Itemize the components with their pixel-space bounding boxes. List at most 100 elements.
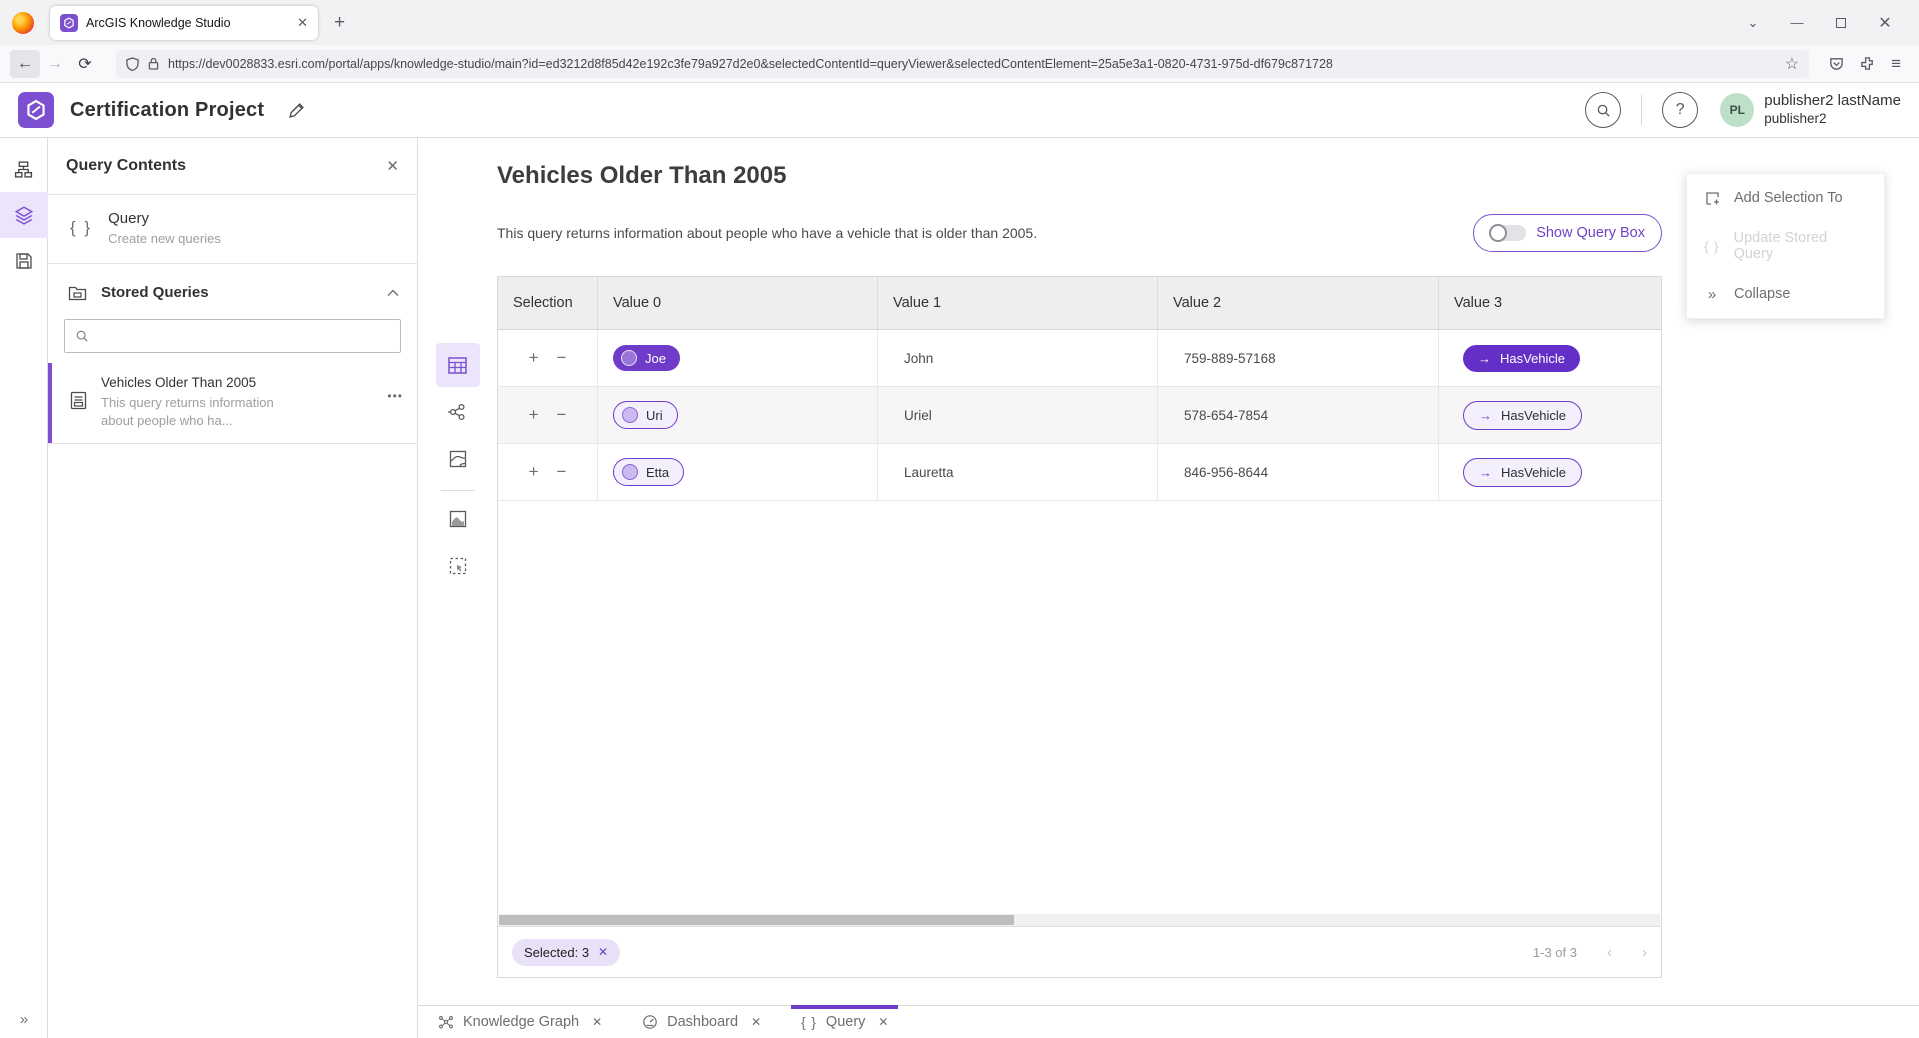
row-add-button[interactable]: +	[529, 348, 539, 368]
cell-value2[interactable]: 578-654-7854	[1158, 387, 1439, 443]
page-next-icon[interactable]: ›	[1642, 944, 1647, 961]
braces-icon: { }	[801, 1015, 817, 1030]
braces-icon: { }	[70, 218, 92, 238]
user-name: publisher2 lastName publisher2	[1764, 92, 1901, 128]
cell-value1[interactable]: Uriel	[878, 387, 1158, 443]
panel-close-icon[interactable]: ✕	[386, 157, 399, 175]
clear-selection-icon[interactable]: ✕	[598, 945, 608, 959]
table-view-button[interactable]	[436, 343, 480, 387]
tab-close-icon[interactable]: ✕	[592, 1015, 602, 1029]
cell-value1[interactable]: Lauretta	[878, 444, 1158, 500]
entity-icon	[622, 464, 638, 480]
tab-query[interactable]: { } Query ✕	[787, 1006, 902, 1038]
expand-rail-icon[interactable]: »	[0, 1011, 48, 1028]
menu-item-collapse[interactable]: » Collapse	[1687, 270, 1884, 318]
column-header-selection[interactable]: Selection	[498, 277, 598, 329]
window-maximize-icon[interactable]	[1819, 6, 1863, 40]
search-input[interactable]	[97, 329, 390, 344]
project-title: Certification Project	[70, 99, 264, 122]
menu-item-update-stored-query[interactable]: { } Update Stored Query	[1687, 222, 1884, 270]
scrollbar-thumb[interactable]	[499, 915, 1014, 925]
row-remove-button[interactable]: −	[557, 462, 567, 482]
column-header-value2[interactable]: Value 2	[1158, 277, 1439, 329]
rail-item-data-model[interactable]	[0, 146, 48, 192]
horizontal-scrollbar[interactable]	[499, 914, 1660, 926]
row-remove-button[interactable]: −	[557, 405, 567, 425]
edit-title-icon[interactable]	[288, 102, 305, 119]
browser-tab-strip: ArcGIS Knowledge Studio ✕ + ⌄ — ✕	[0, 0, 1919, 45]
menu-item-add-selection-to[interactable]: Add Selection To	[1687, 174, 1884, 222]
arrow-right-icon: →	[1478, 351, 1491, 366]
link-chart-view-button[interactable]	[436, 390, 480, 434]
page-previous-icon[interactable]: ‹	[1607, 944, 1612, 961]
cell-value2[interactable]: 759-889-57168	[1158, 330, 1439, 386]
user-name-line2: publisher2	[1764, 111, 1901, 128]
reload-icon[interactable]: ⟳	[70, 50, 100, 78]
new-tab-icon[interactable]: +	[334, 12, 345, 34]
knowledge-graph-icon	[438, 1014, 454, 1030]
item-options-icon[interactable]: •••	[387, 389, 403, 403]
tab-dashboard[interactable]: Dashboard ✕	[628, 1006, 775, 1038]
stored-queries-header[interactable]: Stored Queries	[48, 264, 417, 307]
entity-pill[interactable]: Etta	[613, 458, 684, 486]
map-view-button[interactable]	[436, 437, 480, 481]
stored-queries-title: Stored Queries	[101, 284, 373, 301]
window-minimize-icon[interactable]: —	[1775, 6, 1819, 40]
stored-query-item[interactable]: Vehicles Older Than 2005 This query retu…	[48, 363, 417, 444]
tab-close-icon[interactable]: ✕	[751, 1015, 761, 1029]
entity-pill[interactable]: Uri	[613, 401, 678, 429]
browser-tab[interactable]: ArcGIS Knowledge Studio ✕	[50, 6, 318, 40]
rail-item-contents[interactable]	[0, 192, 48, 238]
help-button[interactable]: ?	[1662, 92, 1698, 128]
list-tabs-icon[interactable]: ⌄	[1731, 6, 1775, 40]
url-text: https://dev0028833.esri.com/portal/apps/…	[168, 57, 1776, 71]
back-icon[interactable]: ←	[10, 50, 40, 78]
shield-icon[interactable]	[126, 57, 139, 71]
relationship-pill[interactable]: →HasVehicle	[1463, 345, 1580, 372]
show-query-box-label: Show Query Box	[1536, 225, 1645, 241]
selected-count-chip[interactable]: Selected: 3 ✕	[512, 939, 620, 966]
results-table-card: Selection Value 0 Value 1 Value 2 Value …	[497, 276, 1662, 978]
toggle-switch-off[interactable]	[1490, 225, 1526, 241]
search-icon	[75, 329, 89, 343]
row-remove-button[interactable]: −	[557, 348, 567, 368]
tab-close-icon[interactable]: ✕	[878, 1015, 888, 1029]
query-title: Vehicles Older Than 2005	[497, 162, 1662, 190]
forward-icon[interactable]: →	[40, 50, 70, 78]
panel-title: Query Contents	[66, 157, 386, 175]
column-header-value1[interactable]: Value 1	[878, 277, 1158, 329]
pocket-icon[interactable]	[1829, 56, 1844, 71]
lock-icon[interactable]	[148, 57, 159, 70]
menu-hamburger-icon[interactable]: ≡	[1891, 54, 1901, 74]
firefox-icon[interactable]	[12, 12, 34, 34]
show-query-box-toggle[interactable]: Show Query Box	[1473, 214, 1662, 252]
rail-item-save[interactable]	[0, 238, 48, 284]
select-view-button[interactable]	[436, 544, 480, 588]
window-close-icon[interactable]: ✕	[1863, 6, 1907, 40]
braces-icon: { }	[1703, 239, 1721, 254]
double-chevron-right-icon: »	[1703, 286, 1721, 303]
stored-queries-search[interactable]	[64, 319, 401, 353]
url-field[interactable]: https://dev0028833.esri.com/portal/apps/…	[116, 50, 1809, 78]
query-create-item[interactable]: { } Query Create new queries	[48, 195, 417, 264]
arcgis-knowledge-logo	[18, 92, 54, 128]
extensions-puzzle-icon[interactable]	[1860, 56, 1875, 71]
search-button[interactable]	[1585, 92, 1621, 128]
tab-knowledge-graph[interactable]: Knowledge Graph ✕	[424, 1006, 616, 1038]
cell-value2[interactable]: 846-956-8644	[1158, 444, 1439, 500]
row-add-button[interactable]: +	[529, 405, 539, 425]
stored-query-description: This query returns information about peo…	[101, 394, 301, 429]
table-header-row: Selection Value 0 Value 1 Value 2 Value …	[498, 277, 1661, 330]
relationship-pill[interactable]: →HasVehicle	[1463, 458, 1582, 487]
bookmark-star-icon[interactable]: ☆	[1785, 54, 1799, 74]
row-add-button[interactable]: +	[529, 462, 539, 482]
relationship-pill[interactable]: →HasVehicle	[1463, 401, 1582, 430]
chevron-up-icon[interactable]	[387, 289, 399, 297]
cell-value1[interactable]: John	[878, 330, 1158, 386]
column-header-value0[interactable]: Value 0	[598, 277, 878, 329]
user-avatar[interactable]: PL	[1720, 93, 1754, 127]
image-view-button[interactable]	[436, 497, 480, 541]
tab-close-icon[interactable]: ✕	[297, 15, 308, 31]
column-header-value3[interactable]: Value 3	[1439, 277, 1661, 329]
entity-pill[interactable]: Joe	[613, 345, 680, 371]
